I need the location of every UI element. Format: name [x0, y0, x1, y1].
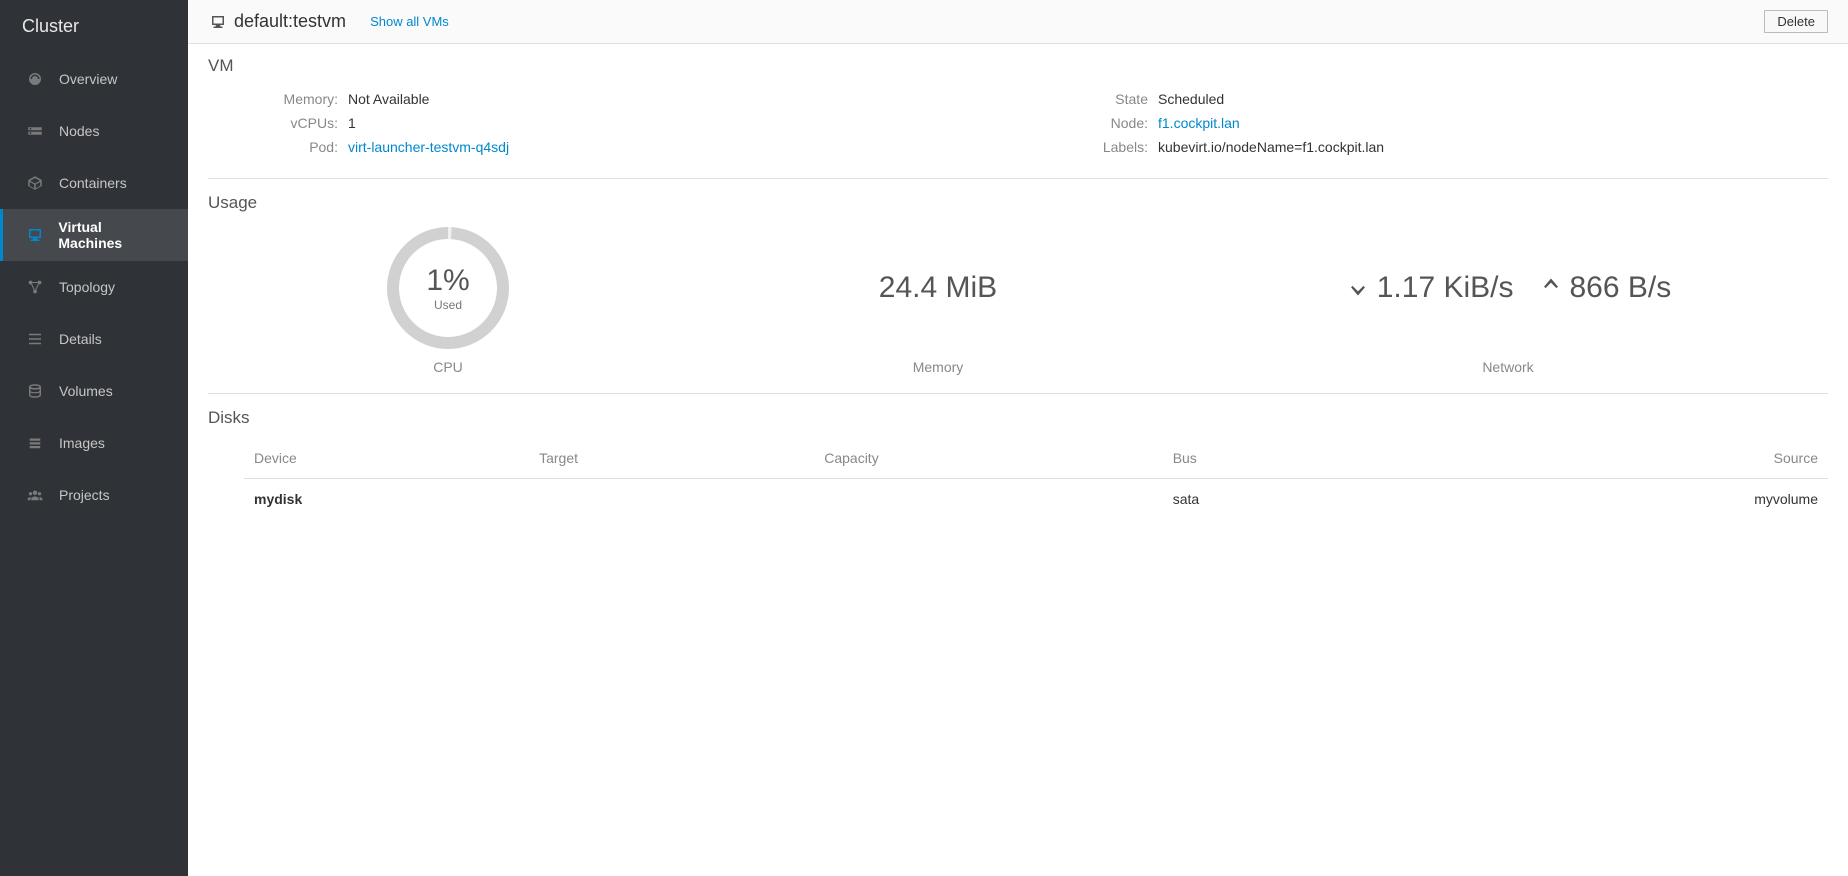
table-row[interactable]: mydisk sata myvolume	[244, 479, 1828, 520]
sidebar-item-volumes[interactable]: Volumes	[0, 365, 188, 417]
arrow-down-icon	[1345, 274, 1371, 303]
col-source: Source	[1511, 438, 1828, 479]
memory-usage-value: 24.4 MiB	[879, 271, 997, 305]
sidebar-item-label: Details	[59, 331, 102, 347]
labels-value: kubevirt.io/nodeName=f1.cockpit.lan	[1158, 136, 1384, 158]
images-icon	[25, 433, 45, 453]
disk-bus: sata	[1163, 479, 1511, 520]
cpu-percent: 1%	[426, 264, 469, 298]
sidebar-title: Cluster	[0, 0, 188, 53]
vcpus-value: 1	[348, 112, 356, 134]
sidebar-item-label: Overview	[59, 71, 117, 87]
sidebar-item-overview[interactable]: Overview	[0, 53, 188, 105]
list-icon	[25, 329, 45, 349]
sidebar-item-containers[interactable]: Containers	[0, 157, 188, 209]
usage-section: Usage 1% Used	[208, 193, 1828, 394]
sidebar-item-nodes[interactable]: Nodes	[0, 105, 188, 157]
main-content: default:testvm Show all VMs Delete VM Me…	[188, 0, 1848, 876]
node-label: Node:	[1018, 112, 1158, 134]
network-label: Network	[1188, 359, 1828, 375]
page-title: default:testvm	[234, 11, 346, 32]
topology-icon	[25, 277, 45, 297]
col-target: Target	[529, 438, 814, 479]
node-link[interactable]: f1.cockpit.lan	[1158, 112, 1240, 134]
sidebar-item-label: Containers	[59, 175, 127, 191]
arrow-up-icon	[1538, 274, 1564, 303]
network-up-value: 866 B/s	[1570, 271, 1672, 305]
users-icon	[25, 485, 45, 505]
vm-icon	[208, 13, 228, 31]
delete-button[interactable]: Delete	[1764, 10, 1828, 33]
disk-target	[529, 479, 814, 520]
col-capacity: Capacity	[814, 438, 1162, 479]
memory-label: Memory:	[208, 88, 348, 110]
pod-label: Pod:	[208, 136, 348, 158]
server-icon	[25, 121, 45, 141]
col-device: Device	[244, 438, 529, 479]
cpu-sub-label: Used	[434, 298, 462, 312]
sidebar-item-label: Virtual Machines	[58, 219, 166, 251]
page-header: default:testvm Show all VMs Delete	[188, 0, 1848, 44]
disk-capacity	[814, 479, 1162, 520]
disk-device: mydisk	[244, 479, 529, 520]
vcpus-label: vCPUs:	[208, 112, 348, 134]
memory-label: Memory	[688, 359, 1188, 375]
cube-icon	[25, 173, 45, 193]
volumes-icon	[25, 381, 45, 401]
dashboard-icon	[25, 69, 45, 89]
network-down-value: 1.17 KiB/s	[1377, 271, 1514, 305]
sidebar-item-label: Projects	[59, 487, 110, 503]
state-label: State	[1018, 88, 1158, 110]
sidebar-item-details[interactable]: Details	[0, 313, 188, 365]
labels-label: Labels:	[1018, 136, 1158, 158]
sidebar-item-topology[interactable]: Topology	[0, 261, 188, 313]
disk-source: myvolume	[1511, 479, 1828, 520]
state-value: Scheduled	[1158, 88, 1224, 110]
vm-icon	[25, 225, 44, 245]
show-all-vms-link[interactable]: Show all VMs	[370, 14, 449, 29]
sidebar: Cluster Overview Nodes Containers Virtua…	[0, 0, 188, 876]
sidebar-item-label: Volumes	[59, 383, 113, 399]
disks-section: Disks Device Target Capacity Bus Source …	[208, 408, 1828, 537]
sidebar-item-images[interactable]: Images	[0, 417, 188, 469]
pod-link[interactable]: virt-launcher-testvm-q4sdj	[348, 136, 509, 158]
vm-section: VM Memory: Not Available vCPUs: 1 Pod: v…	[208, 56, 1828, 179]
section-title-disks: Disks	[208, 408, 1828, 428]
sidebar-item-projects[interactable]: Projects	[0, 469, 188, 521]
sidebar-item-label: Topology	[59, 279, 115, 295]
disks-table: Device Target Capacity Bus Source mydisk…	[244, 438, 1828, 519]
content-area: VM Memory: Not Available vCPUs: 1 Pod: v…	[188, 44, 1848, 563]
col-bus: Bus	[1163, 438, 1511, 479]
cpu-label: CPU	[208, 359, 688, 375]
section-title-usage: Usage	[208, 193, 1828, 213]
sidebar-item-label: Nodes	[59, 123, 99, 139]
cpu-donut-chart: 1% Used	[383, 223, 513, 353]
sidebar-item-virtual-machines[interactable]: Virtual Machines	[0, 209, 188, 261]
memory-value: Not Available	[348, 88, 429, 110]
section-title-vm: VM	[208, 56, 1828, 76]
sidebar-item-label: Images	[59, 435, 105, 451]
